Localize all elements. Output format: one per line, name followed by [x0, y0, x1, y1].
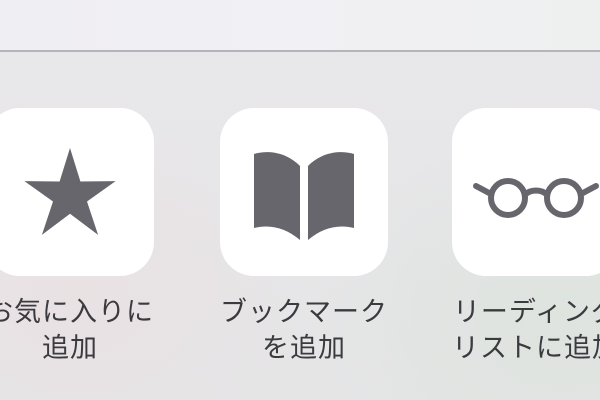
- add-to-favorites-button[interactable]: [0, 108, 154, 276]
- add-bookmark-button[interactable]: [220, 108, 388, 276]
- add-bookmark-label: ブックマーク を追加: [184, 295, 424, 367]
- add-to-reading-list-button[interactable]: [452, 108, 600, 276]
- book-icon: [254, 152, 354, 240]
- label-line-1: リーディング: [452, 297, 600, 328]
- label-line-1: お気に入りに: [0, 297, 154, 328]
- label-line-2: リストに追加: [452, 333, 600, 364]
- add-to-favorites-label: お気に入りに 追加: [0, 295, 190, 367]
- label-line-2: を追加: [262, 333, 346, 364]
- add-to-reading-list-label: リーディング リストに追加: [416, 295, 600, 367]
- top-blurred-area: [0, 0, 600, 50]
- star-icon: [24, 148, 116, 235]
- glasses-icon: [473, 178, 599, 218]
- label-line-2: 追加: [42, 333, 98, 364]
- label-line-1: ブックマーク: [220, 297, 388, 328]
